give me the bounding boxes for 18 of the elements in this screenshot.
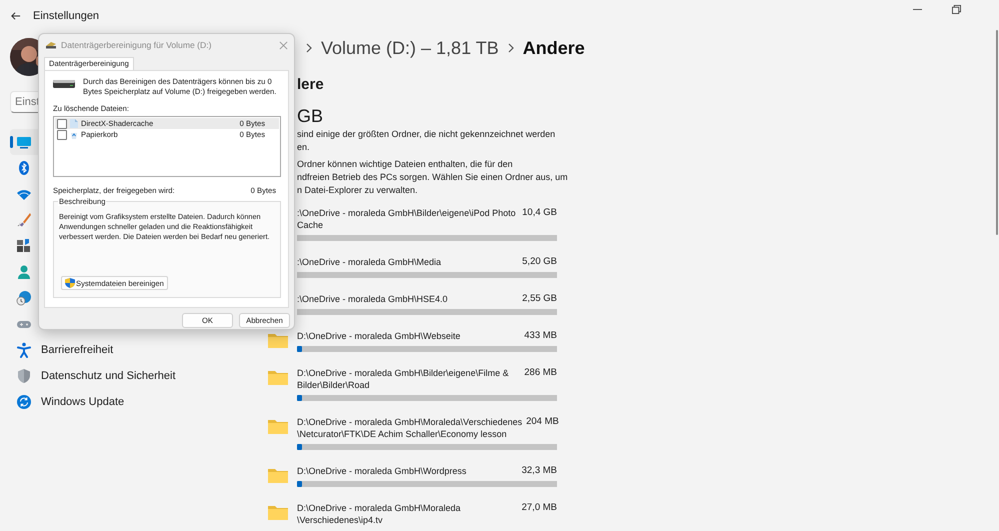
folder-size: 5,20 GB xyxy=(522,256,557,268)
folder-size: 433 MB xyxy=(524,330,557,342)
total-size: GB xyxy=(297,105,324,127)
breadcrumb-item: Andere xyxy=(522,38,585,58)
folder-size: 32,3 MB xyxy=(522,465,557,477)
description-text: sind einige der größten Ordner, die nicht gekennzeichnet werden xyxy=(297,128,556,141)
window-title: Einstellungen xyxy=(33,10,100,22)
description-text: Ordner können wichtige Dateien enthalten, die für den xyxy=(297,158,514,171)
page-heading: lere xyxy=(297,75,324,95)
description-text: en. xyxy=(297,141,311,154)
folder-size: 27,0 MB xyxy=(522,502,557,515)
folder-size: 2,55 GB xyxy=(522,293,557,305)
folder-size: 286 MB xyxy=(524,367,557,380)
description-text: n Datei-Explorer zu verwalten. xyxy=(297,184,419,197)
folder-size: 204 MB xyxy=(526,416,559,429)
description-text: ndfreien Betrieb des PCs sorgen. Wählen Sie einen Ordner aus, um xyxy=(297,171,568,184)
dialog-title: Datenträgerbereinigung für Volume (D:) xyxy=(61,40,212,50)
folder-size: 10,4 GB xyxy=(522,207,557,220)
